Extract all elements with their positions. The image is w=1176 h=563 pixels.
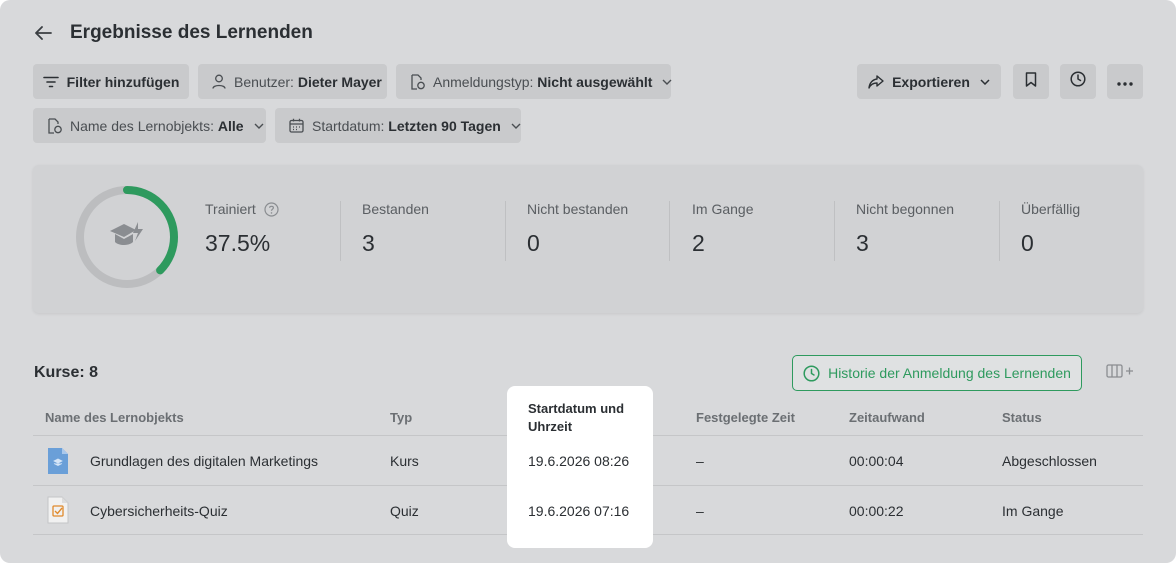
stat-in-progress-label: Im Gange (692, 201, 754, 217)
page-title: Ergebnisse des Lernenden (70, 22, 313, 43)
row-type: Kurs (390, 453, 419, 469)
start-date-column-highlight: Startdatum und Uhrzeit 19.6.2026 08:26 1… (507, 386, 653, 548)
back-arrow-icon[interactable] (32, 22, 54, 44)
history-button[interactable] (1060, 64, 1096, 99)
chevron-down-icon (980, 77, 990, 87)
divider (505, 201, 506, 261)
learning-object-icon (47, 117, 62, 134)
stat-in-progress: Im Gange 2 (692, 201, 753, 257)
learning-object-filter-chip[interactable]: Name des Lernobjekts: Alle (33, 108, 266, 143)
registration-type-value: Nicht ausgewählt (537, 73, 653, 90)
column-header-type[interactable]: Typ (390, 410, 412, 425)
page-header: Ergebnisse des Lernenden (32, 22, 313, 44)
row-effort: 00:00:22 (849, 503, 904, 519)
more-options-button[interactable] (1107, 64, 1143, 99)
add-filter-label: Filter hinzufügen (66, 73, 180, 90)
divider (834, 201, 835, 261)
stat-passed: Bestanden 3 (362, 201, 429, 257)
export-label: Exportieren (892, 73, 970, 90)
page-frame: Ergebnisse des Lernenden Filter hinzufüg… (0, 0, 1176, 563)
stats-card: Trainiert 37.5% Bestanden 3 Nicht bestan… (33, 165, 1143, 313)
chevron-down-icon (662, 77, 672, 87)
row-start-date: 19.6.2026 07:16 (528, 503, 630, 519)
stat-trained: Trainiert 37.5% (205, 201, 279, 257)
row-status: Abgeschlossen (1002, 453, 1097, 469)
bookmark-button[interactable] (1013, 64, 1049, 99)
user-filter-label: Benutzer: (234, 73, 294, 90)
stat-not-started: Nicht begonnen 3 (856, 201, 954, 257)
calendar-icon (289, 118, 304, 134)
stat-trained-label: Trainiert (205, 201, 256, 217)
row-name[interactable]: Grundlagen des digitalen Marketings (90, 453, 318, 469)
quiz-file-icon (47, 496, 69, 524)
course-count: Kurse: 8 (34, 364, 99, 381)
row-name[interactable]: Cybersicherheits-Quiz (90, 503, 228, 519)
course-file-icon (48, 448, 68, 474)
stat-overdue: Überfällig 0 (1021, 201, 1080, 257)
more-horizontal-icon (1117, 73, 1133, 91)
row-fixed-time: – (696, 453, 704, 469)
divider (999, 201, 1000, 261)
chevron-down-icon (254, 121, 264, 131)
divider (669, 201, 670, 261)
learning-object-filter-value: Alle (217, 117, 244, 134)
enrollment-history-button[interactable]: Historie der Anmeldung des Lernenden (792, 355, 1082, 391)
stat-failed: Nicht bestanden 0 (527, 201, 628, 257)
user-icon (212, 74, 226, 90)
export-button[interactable]: Exportieren (857, 64, 1001, 99)
columns-add-icon (1106, 364, 1134, 383)
stat-in-progress-value: 2 (692, 230, 705, 256)
help-circle-icon[interactable] (264, 201, 279, 217)
registration-type-label: Anmeldungstyp: (433, 73, 534, 90)
trained-progress-ring (76, 186, 178, 288)
registration-type-chip[interactable]: Anmeldungstyp: Nicht ausgewählt (396, 64, 672, 99)
start-date-filter-value: Letzten 90 Tagen (388, 117, 501, 134)
graduation-cap-icon (110, 222, 143, 245)
bookmark-icon (1025, 71, 1037, 92)
column-settings-button[interactable] (1106, 364, 1134, 383)
row-fixed-time: – (696, 503, 704, 519)
divider (340, 201, 341, 261)
clock-icon (1070, 71, 1086, 92)
column-header-name[interactable]: Name des Lernobjekts (45, 410, 184, 425)
start-date-filter-chip[interactable]: Startdatum: Letzten 90 Tagen (275, 108, 521, 143)
user-filter-chip[interactable]: Benutzer: Dieter Mayer (198, 64, 387, 99)
row-effort: 00:00:04 (849, 453, 904, 469)
row-status: Im Gange (1002, 503, 1064, 519)
column-header-status[interactable]: Status (1002, 410, 1042, 425)
column-header-start-date[interactable]: Startdatum und Uhrzeit (528, 400, 638, 436)
column-header-fixed-time[interactable]: Festgelegte Zeit (696, 410, 795, 425)
row-start-date: 19.6.2026 08:26 (528, 453, 630, 469)
clock-icon (803, 364, 820, 382)
column-header-effort[interactable]: Zeitaufwand (849, 410, 925, 425)
stat-failed-value: 0 (527, 230, 540, 256)
chevron-down-icon (511, 121, 521, 131)
start-date-filter-label: Startdatum: (312, 117, 385, 134)
learning-object-filter-label: Name des Lernobjekts: (70, 117, 214, 134)
stat-overdue-label: Überfällig (1021, 201, 1081, 217)
stat-trained-value: 37.5% (205, 230, 271, 256)
stat-failed-label: Nicht bestanden (527, 201, 629, 217)
share-arrow-icon (868, 74, 884, 90)
add-filter-button[interactable]: Filter hinzufügen (33, 64, 189, 99)
stat-passed-value: 3 (362, 230, 375, 256)
user-filter-value: Dieter Mayer (297, 73, 382, 90)
stat-not-started-value: 3 (856, 230, 869, 256)
filter-icon (42, 74, 59, 90)
learning-object-icon (410, 73, 425, 90)
row-type: Quiz (390, 503, 419, 519)
enrollment-history-label: Historie der Anmeldung des Lernenden (828, 365, 1071, 381)
stat-overdue-value: 0 (1021, 230, 1034, 256)
stat-passed-label: Bestanden (362, 201, 429, 217)
stat-not-started-label: Nicht begonnen (856, 201, 955, 217)
